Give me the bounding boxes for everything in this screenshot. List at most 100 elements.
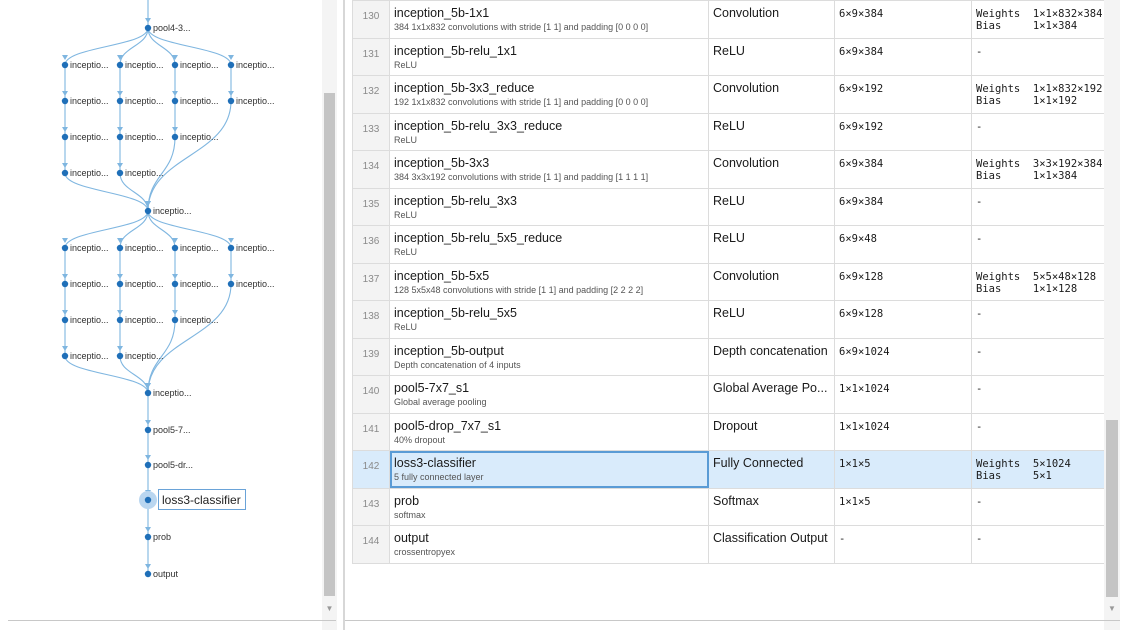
activations-cell: 6×9×384 [834,0,972,39]
graph-node-label[interactable]: inceptio... [236,96,275,106]
graph-node-label[interactable]: inceptio... [125,243,164,253]
graph-node-g2[interactable] [116,316,124,324]
table-row[interactable]: 134 inception_5b-3x3 384 3x3x192 convoluti… [352,150,1116,189]
graph-node-f1[interactable] [61,280,69,288]
row-number: 135 [362,198,380,210]
graph-node-label[interactable]: inceptio... [70,315,109,325]
graph-node-label[interactable]: output [153,569,178,579]
graph-node-n_pool4[interactable] [144,24,152,32]
graph-node-loss3[interactable] [144,496,152,504]
table-row[interactable]: 139 inception_5b-output Depth concatenatio… [352,337,1116,376]
graph-node-e1[interactable] [61,244,69,252]
table-row[interactable]: 130 inception_5b-1x1 384 1x1x832 convoluti… [352,0,1116,39]
graph-node-c1[interactable] [61,133,69,141]
table-row[interactable]: 140 pool5-7x7_s1 Global average pooling Glo… [352,375,1116,414]
graph-node-label[interactable]: prob [153,532,171,542]
graph-node-m2[interactable] [144,389,152,397]
table-row[interactable]: 143 prob softmax Softmax 1×1×5 - [352,487,1116,526]
graph-node-label[interactable]: inceptio... [180,279,219,289]
graph-node-b2[interactable] [116,97,124,105]
graph-node-b4[interactable] [227,97,235,105]
graph-node-label[interactable]: inceptio... [125,96,164,106]
panel-splitter[interactable] [343,0,345,630]
selected-layer-label[interactable]: loss3-classifier [158,489,246,510]
graph-node-label[interactable]: inceptio... [236,279,275,289]
graph-node-e3[interactable] [171,244,179,252]
graph-node-d2[interactable] [116,169,124,177]
graph-node-prob[interactable] [144,533,152,541]
graph-node-g1[interactable] [61,316,69,324]
activations-cell: 6×9×128 [834,300,972,339]
graph-node-label[interactable]: inceptio... [70,96,109,106]
graph-node-e2[interactable] [116,244,124,252]
graph-node-label[interactable]: inceptio... [153,206,192,216]
graph-node-label[interactable]: inceptio... [125,351,164,361]
graph-node-label[interactable]: pool4-3... [153,23,191,33]
graph-node-g3[interactable] [171,316,179,324]
layer-name: inception_5b-relu_3x3 [394,193,518,208]
graph-scroll-down-arrow-icon[interactable]: ▼ [324,604,335,614]
learnables-cell: Weights 1×1×832×192 Bias 1×1×192 [971,75,1116,114]
graph-node-f4[interactable] [227,280,235,288]
table-row[interactable]: 131 inception_5b-relu_1x1 ReLU ReLU 6×9×384- [352,37,1116,76]
graph-node-label[interactable]: inceptio... [70,351,109,361]
graph-node-pool5b[interactable] [144,461,152,469]
table-row[interactable]: 141 pool5-drop_7x7_s1 40% dropout Dropout 1×… [352,412,1116,451]
graph-node-b3[interactable] [171,97,179,105]
graph-node-label[interactable]: inceptio... [236,243,275,253]
graph-node-label[interactable]: inceptio... [70,168,109,178]
table-scroll-down-arrow-icon[interactable]: ▼ [1106,604,1118,614]
graph-node-label[interactable]: inceptio... [125,168,164,178]
table-row[interactable]: 138 inception_5b-relu_5x5 ReLU ReLU 6×9×128 - [352,300,1116,339]
activations-cell: 1×1×5 [834,487,972,526]
table-row[interactable]: 136 inception_5b-relu_5x5_reduce ReLU ReLU 6… [352,225,1116,264]
table-row[interactable]: 137 inception_5b-5x5 128 5x5x48 convolutio… [352,262,1116,301]
graph-node-label[interactable]: inceptio... [70,132,109,142]
graph-node-label[interactable]: inceptio... [180,315,219,325]
graph-scrollbar-thumb[interactable] [324,93,335,596]
graph-node-h2[interactable] [116,352,124,360]
activations-cell: 6×9×192 [834,75,972,114]
graph-node-a2[interactable] [116,61,124,69]
graph-node-label[interactable]: inceptio... [70,279,109,289]
activations-cell: 6×9×384 [834,187,972,226]
table-row[interactable]: 142 loss3-classifier 5 fully connected lay… [352,450,1116,489]
graph-node-b1[interactable] [61,97,69,105]
graph-node-output[interactable] [144,570,152,578]
table-row[interactable]: 133 inception_5b-relu_3x3_reduce ReLU ReLU 6… [352,112,1116,151]
type-cell: ReLU [708,112,835,151]
table-scrollbar-thumb[interactable] [1106,420,1118,597]
graph-node-label[interactable]: pool5-dr... [153,460,193,470]
graph-node-label[interactable]: inceptio... [180,60,219,70]
graph-node-d1[interactable] [61,169,69,177]
graph-node-h1[interactable] [61,352,69,360]
graph-node-label[interactable]: inceptio... [180,96,219,106]
graph-node-label[interactable]: inceptio... [236,60,275,70]
table-row[interactable]: 144 output crossentropyex Classification Ou… [352,525,1116,564]
graph-node-e4[interactable] [227,244,235,252]
graph-node-f2[interactable] [116,280,124,288]
graph-node-label[interactable]: inceptio... [180,132,219,142]
graph-node-label[interactable]: inceptio... [180,243,219,253]
graph-node-c2[interactable] [116,133,124,141]
graph-node-label[interactable]: inceptio... [125,60,164,70]
graph-node-label[interactable]: pool5-7... [153,425,191,435]
row-number: 136 [362,236,380,247]
row-number: 143 [362,498,380,510]
table-row[interactable]: 132 inception_5b-3x3_reduce 192 1x1x832 co… [352,75,1116,114]
graph-node-label[interactable]: inceptio... [70,60,109,70]
graph-node-m1[interactable] [144,207,152,215]
table-row[interactable]: 135 inception_5b-relu_3x3 ReLU ReLU 6×9×384- [352,187,1116,226]
graph-node-label[interactable]: inceptio... [125,279,164,289]
graph-node-f3[interactable] [171,280,179,288]
graph-node-label[interactable]: inceptio... [70,243,109,253]
graph-node-pool5a[interactable] [144,426,152,434]
graph-node-label[interactable]: inceptio... [125,132,164,142]
graph-node-a3[interactable] [171,61,179,69]
graph-node-a1[interactable] [61,61,69,69]
edge-arrow-icon [62,91,68,96]
graph-node-a4[interactable] [227,61,235,69]
graph-node-label[interactable]: inceptio... [125,315,164,325]
graph-node-c3[interactable] [171,133,179,141]
graph-node-label[interactable]: inceptio... [153,388,192,398]
